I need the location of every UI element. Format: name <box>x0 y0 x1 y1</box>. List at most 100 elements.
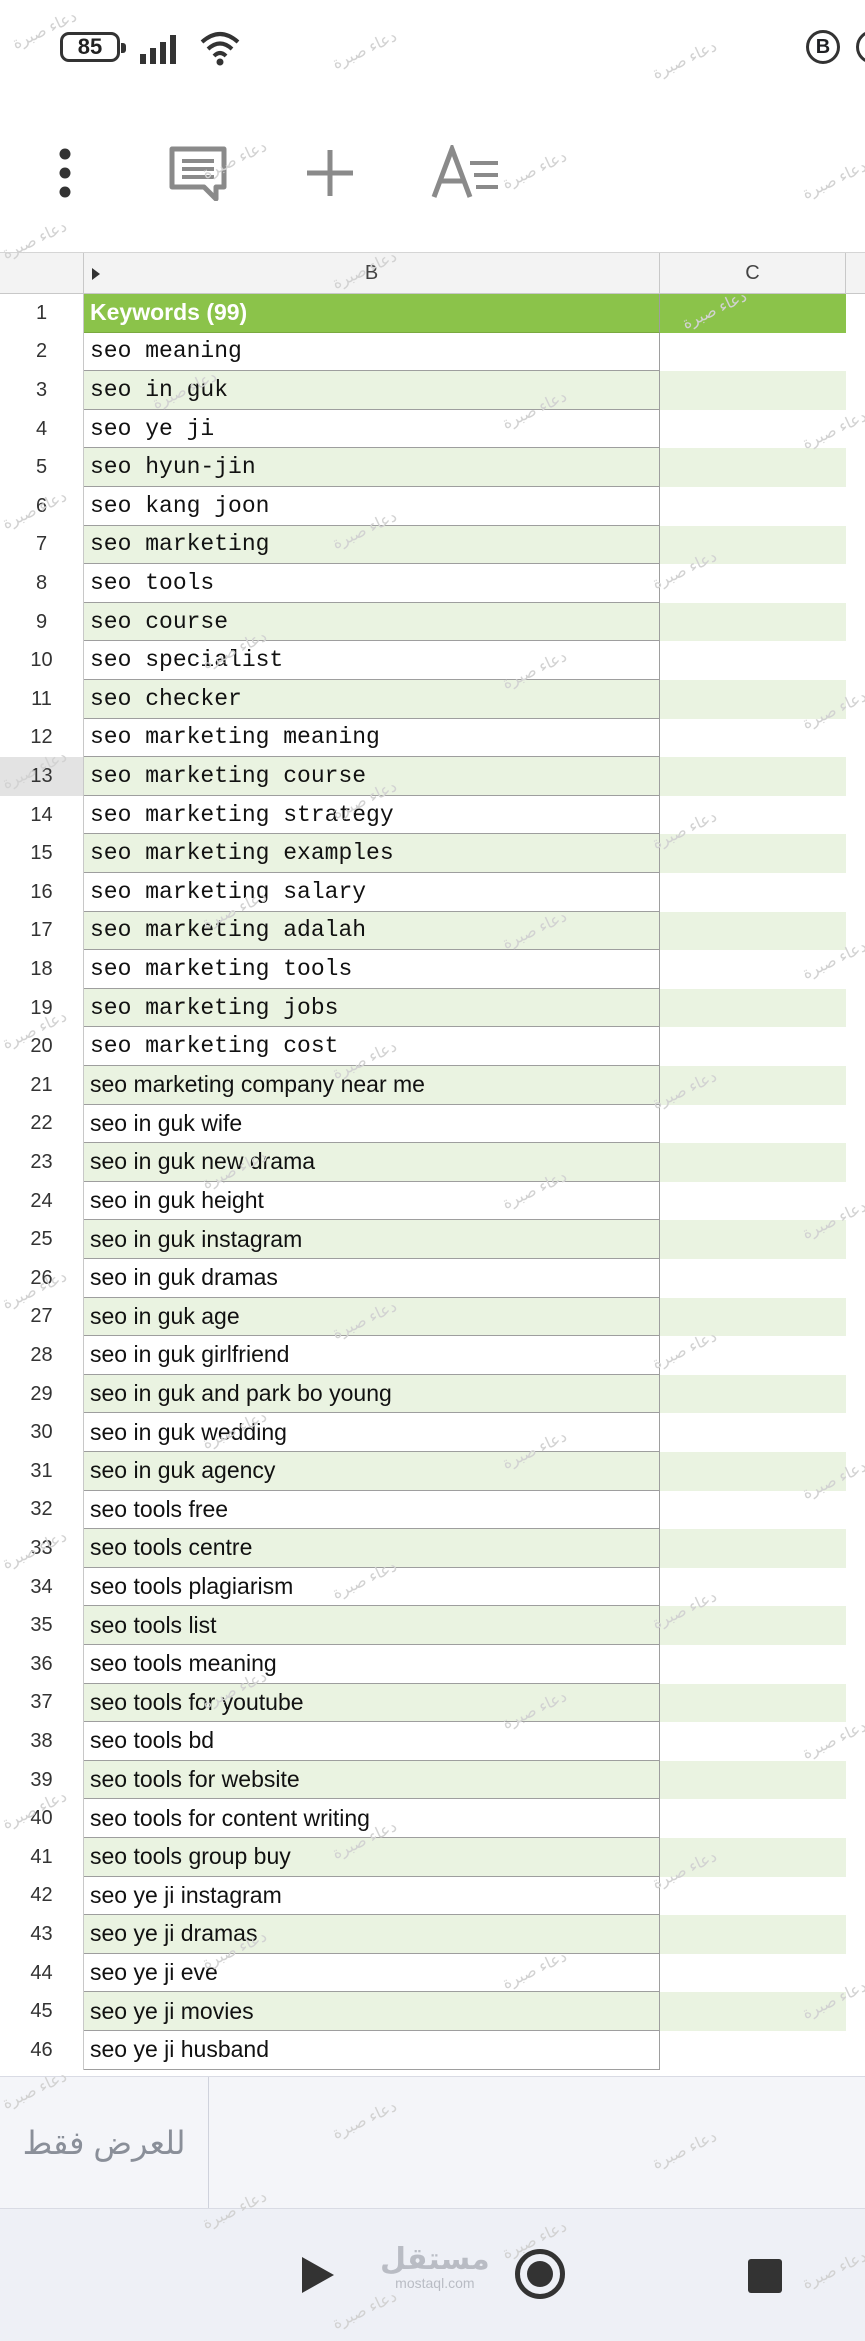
cell-c[interactable] <box>660 332 846 372</box>
cell-c[interactable] <box>660 1683 846 1723</box>
cell-c[interactable] <box>660 1722 846 1761</box>
cell-b[interactable]: seo marketing strategy <box>84 795 660 835</box>
cell-c[interactable] <box>660 641 846 680</box>
cell-b[interactable]: seo ye ji eve <box>84 1953 660 1993</box>
cell-c[interactable] <box>660 1606 846 1645</box>
cell-c[interactable] <box>660 1374 846 1414</box>
row-number[interactable]: 44 <box>0 1953 84 1993</box>
row-number[interactable]: 24 <box>0 1181 84 1221</box>
row-number[interactable]: 39 <box>0 1760 84 1800</box>
cell-c[interactable] <box>660 602 846 642</box>
cell-b[interactable]: seo in guk instagram <box>84 1220 660 1259</box>
cell-c[interactable] <box>660 564 846 603</box>
cell-c[interactable] <box>660 1220 846 1259</box>
row-number[interactable]: 36 <box>0 1645 84 1684</box>
row-number[interactable]: 37 <box>0 1683 84 1723</box>
row-number[interactable]: 13 <box>0 757 84 796</box>
row-number[interactable]: 29 <box>0 1374 84 1414</box>
cell-b[interactable]: seo tools group buy <box>84 1838 660 1877</box>
row-number[interactable]: 41 <box>0 1838 84 1877</box>
row-number[interactable]: 9 <box>0 602 84 642</box>
cell-c[interactable] <box>660 795 846 835</box>
row-number[interactable]: 28 <box>0 1336 84 1375</box>
cell-b[interactable]: seo hyun-jin <box>84 448 660 487</box>
cell-b[interactable]: seo tools list <box>84 1606 660 1645</box>
cell-b[interactable]: seo ye ji husband <box>84 2031 660 2070</box>
cell-c[interactable] <box>660 873 846 912</box>
cell-b[interactable]: seo specialist <box>84 641 660 680</box>
cell-c[interactable] <box>660 1259 846 1298</box>
cell-b[interactable]: seo marketing company near me <box>84 1066 660 1105</box>
row-number[interactable]: 20 <box>0 1027 84 1066</box>
cell-b[interactable]: seo marketing course <box>84 757 660 796</box>
cell-b[interactable]: seo tools <box>84 564 660 603</box>
cell-b[interactable]: seo tools plagiarism <box>84 1567 660 1607</box>
cell-c[interactable] <box>660 371 846 410</box>
row-number[interactable]: 1 <box>0 294 84 333</box>
cell-b[interactable]: seo marketing salary <box>84 873 660 912</box>
cell-c[interactable] <box>660 1838 846 1877</box>
cell-b[interactable]: seo in guk wedding <box>84 1413 660 1452</box>
row-number[interactable]: 21 <box>0 1066 84 1105</box>
cell-b[interactable]: seo tools bd <box>84 1722 660 1761</box>
cell-b[interactable]: seo marketing adalah <box>84 911 660 951</box>
cell-b[interactable]: seo in guk agency <box>84 1452 660 1491</box>
cell-c[interactable] <box>660 1027 846 1066</box>
more-options-button[interactable] <box>20 128 110 218</box>
row-number[interactable]: 46 <box>0 2031 84 2070</box>
column-header-c[interactable]: C <box>660 253 846 294</box>
cell-b[interactable]: seo in guk and park bo young <box>84 1374 660 1414</box>
cell-c[interactable] <box>660 1297 846 1337</box>
cell-b[interactable]: seo in guk height <box>84 1181 660 1221</box>
cell-c[interactable] <box>660 2031 846 2070</box>
row-number[interactable]: 40 <box>0 1799 84 1838</box>
cell-b[interactable]: seo in guk dramas <box>84 1259 660 1298</box>
row-number[interactable]: 33 <box>0 1529 84 1568</box>
cell-b[interactable]: seo ye ji dramas <box>84 1915 660 1954</box>
row-number[interactable]: 31 <box>0 1452 84 1491</box>
cell-c[interactable] <box>660 409 846 449</box>
cell-c[interactable] <box>660 1799 846 1838</box>
cell-c[interactable] <box>660 1181 846 1221</box>
row-number[interactable]: 5 <box>0 448 84 487</box>
cell-c[interactable] <box>660 1992 846 2031</box>
cell-c[interactable] <box>660 1452 846 1491</box>
row-number[interactable]: 35 <box>0 1606 84 1645</box>
cell-c[interactable] <box>660 1104 846 1144</box>
row-number[interactable]: 45 <box>0 1992 84 2031</box>
cell-b[interactable]: seo ye ji <box>84 409 660 449</box>
cell-b[interactable]: seo tools for website <box>84 1760 660 1800</box>
cell-b[interactable]: seo marketing cost <box>84 1027 660 1066</box>
cell-c[interactable] <box>660 1336 846 1375</box>
cell-b[interactable]: seo tools meaning <box>84 1645 660 1684</box>
cell-b[interactable]: seo course <box>84 602 660 642</box>
cell-b[interactable]: seo in guk age <box>84 1297 660 1337</box>
cell-c[interactable] <box>660 1953 846 1993</box>
row-number[interactable]: 19 <box>0 988 84 1028</box>
row-number[interactable]: 12 <box>0 718 84 758</box>
row-number[interactable]: 16 <box>0 873 84 912</box>
cell-b[interactable]: seo ye ji movies <box>84 1992 660 2031</box>
cell-b[interactable]: seo in guk wife <box>84 1104 660 1144</box>
cell-b[interactable]: seo marketing tools <box>84 950 660 989</box>
row-number[interactable]: 34 <box>0 1567 84 1607</box>
cell-c[interactable] <box>660 1490 846 1530</box>
row-number[interactable]: 15 <box>0 834 84 873</box>
insert-button[interactable] <box>285 128 375 218</box>
cell-c[interactable] <box>660 1915 846 1954</box>
cell-b[interactable]: Keywords (99) <box>84 294 660 333</box>
cell-b[interactable]: seo in guk <box>84 371 660 410</box>
row-number[interactable]: 32 <box>0 1490 84 1530</box>
cell-c[interactable] <box>660 448 846 487</box>
cell-c[interactable] <box>660 1066 846 1105</box>
spreadsheet-grid[interactable]: B C 1 Keywords (99) 2 seo meaning 3 seo in gu… <box>0 252 865 2076</box>
cell-c[interactable] <box>660 1567 846 1607</box>
cell-b[interactable]: seo kang joon <box>84 487 660 526</box>
row-number[interactable]: 42 <box>0 1876 84 1916</box>
row-number[interactable]: 43 <box>0 1915 84 1954</box>
select-all-corner[interactable] <box>0 253 100 294</box>
play-icon[interactable] <box>300 2255 336 2295</box>
cell-c[interactable] <box>660 680 846 719</box>
cell-c[interactable] <box>660 525 846 565</box>
cell-b[interactable]: seo tools centre <box>84 1529 660 1568</box>
